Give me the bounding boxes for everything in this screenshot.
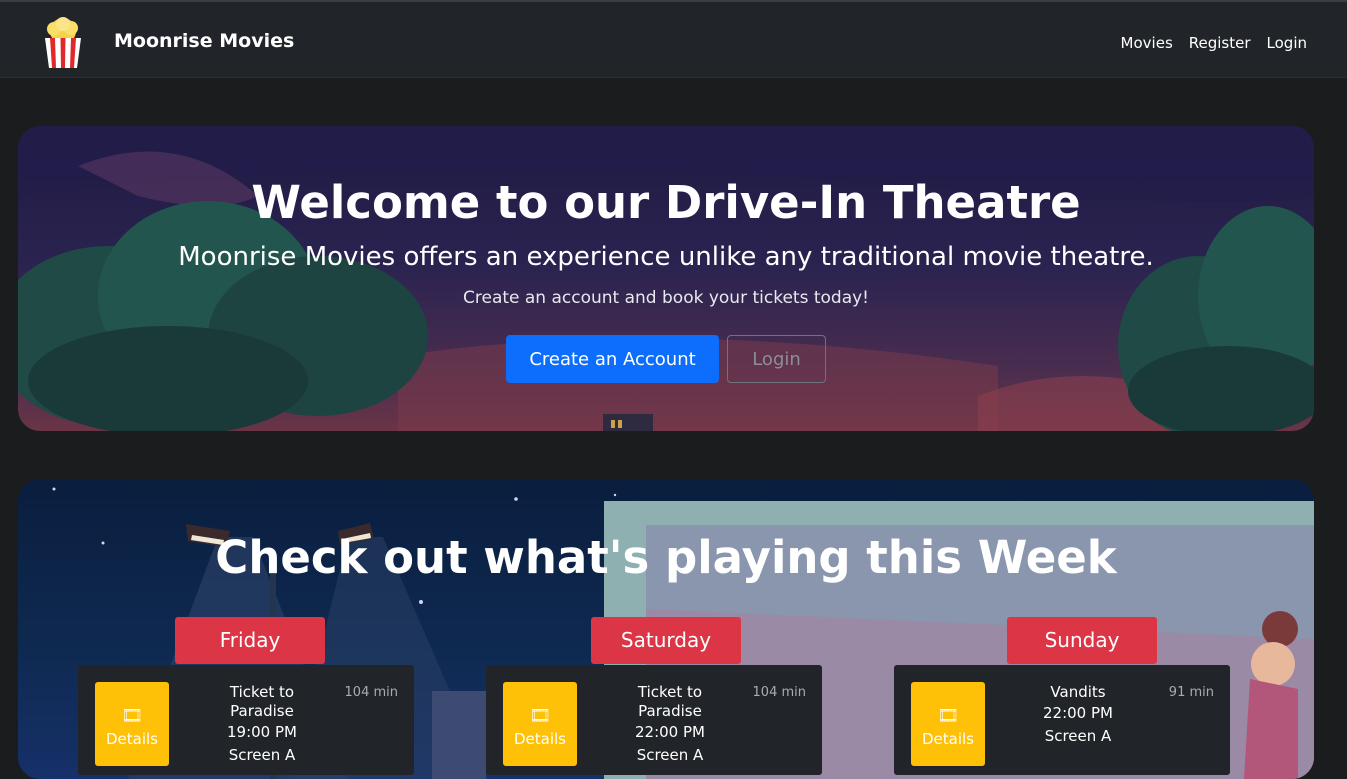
showing-info: Ticket to Paradise 19:00 PM Screen A <box>198 683 326 765</box>
movie-title: Ticket to Paradise <box>229 683 295 720</box>
popcorn-icon[interactable] <box>42 16 84 70</box>
day-badge-sunday: Sunday <box>1007 617 1157 664</box>
runtime: 104 min <box>344 685 398 700</box>
create-account-button[interactable]: Create an Account <box>506 335 719 383</box>
hero-banner: Welcome to our Drive-In Theatre Moonrise… <box>18 126 1314 431</box>
brand-link[interactable]: Moonrise Movies <box>114 30 294 52</box>
schedule-section: Check out what's playing this Week Frida… <box>18 479 1314 779</box>
showing-card: 🎞 Details Ticket to Paradise 22:00 PM Sc… <box>486 665 822 775</box>
hero-tagline: Create an account and book your tickets … <box>463 288 869 308</box>
hero-subtitle: Moonrise Movies offers an experience unl… <box>178 242 1154 272</box>
film-icon: 🎞 <box>529 706 551 726</box>
movie-title: Ticket to Paradise <box>637 683 703 720</box>
nav-link-register[interactable]: Register <box>1189 34 1251 52</box>
details-button[interactable]: 🎞 Details <box>911 682 985 766</box>
details-label: Details <box>513 730 566 748</box>
nav-link-login[interactable]: Login <box>1267 34 1307 52</box>
hero-title: Welcome to our Drive-In Theatre <box>251 176 1081 229</box>
hero-illustration <box>18 126 1314 431</box>
screen-label: Screen A <box>636 746 704 764</box>
schedule-title: Check out what's playing this Week <box>215 531 1117 584</box>
day-badge-friday: Friday <box>175 617 325 664</box>
details-label: Details <box>921 730 974 748</box>
screen-label: Screen A <box>1044 727 1112 745</box>
screen-label: Screen A <box>228 746 296 764</box>
showing-time: 22:00 PM <box>635 723 705 741</box>
showing-info: Vandits 22:00 PM Screen A <box>1014 683 1142 746</box>
details-label: Details <box>105 730 158 748</box>
details-button[interactable]: 🎞 Details <box>503 682 577 766</box>
showing-card: 🎞 Details Vandits 22:00 PM Screen A 91 m… <box>894 665 1230 775</box>
hero-login-button[interactable]: Login <box>727 335 826 383</box>
movie-title: Vandits <box>1050 683 1106 701</box>
film-icon: 🎞 <box>937 706 959 726</box>
runtime: 91 min <box>1168 685 1214 700</box>
day-badge-saturday: Saturday <box>591 617 741 664</box>
showing-time: 22:00 PM <box>1043 704 1113 722</box>
film-icon: 🎞 <box>121 706 143 726</box>
nav-links: Movies Register Login <box>1121 34 1307 52</box>
showing-card: 🎞 Details Ticket to Paradise 19:00 PM Sc… <box>78 665 414 775</box>
runtime: 104 min <box>752 685 806 700</box>
navbar: Moonrise Movies Movies Register Login <box>0 0 1347 78</box>
details-button[interactable]: 🎞 Details <box>95 682 169 766</box>
nav-link-movies[interactable]: Movies <box>1121 34 1173 52</box>
showing-time: 19:00 PM <box>227 723 297 741</box>
showing-info: Ticket to Paradise 22:00 PM Screen A <box>606 683 734 765</box>
